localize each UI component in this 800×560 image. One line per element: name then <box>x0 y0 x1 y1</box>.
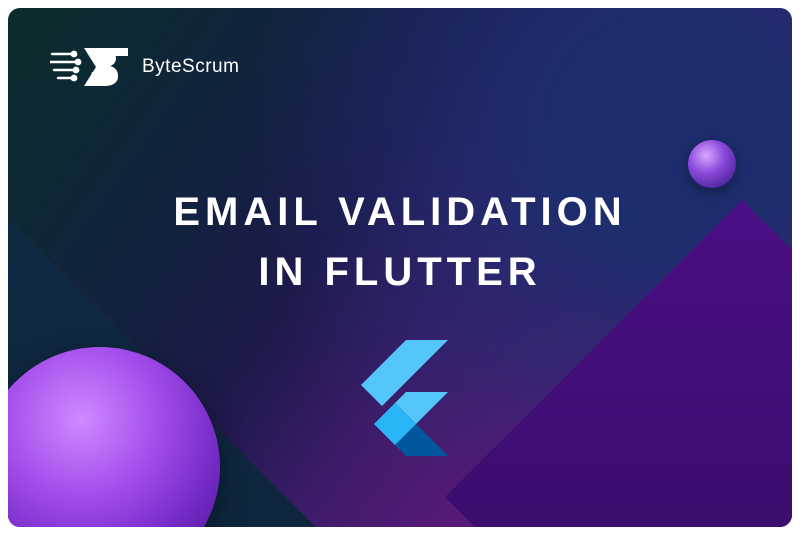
bytescrum-icon <box>50 44 128 90</box>
headline: EMAIL VALIDATION IN FLUTTER <box>8 182 792 302</box>
headline-line-2: IN FLUTTER <box>8 242 792 302</box>
brand-logo: ByteScrum <box>50 44 239 90</box>
brand-name: ByteScrum <box>142 56 239 78</box>
promo-card: ByteScrum EMAIL VALIDATION IN FLUTTER <box>8 8 792 527</box>
decorative-sphere-large <box>8 347 220 527</box>
headline-line-1: EMAIL VALIDATION <box>8 182 792 242</box>
flutter-icon <box>352 340 448 456</box>
decorative-sphere-small <box>688 140 736 188</box>
